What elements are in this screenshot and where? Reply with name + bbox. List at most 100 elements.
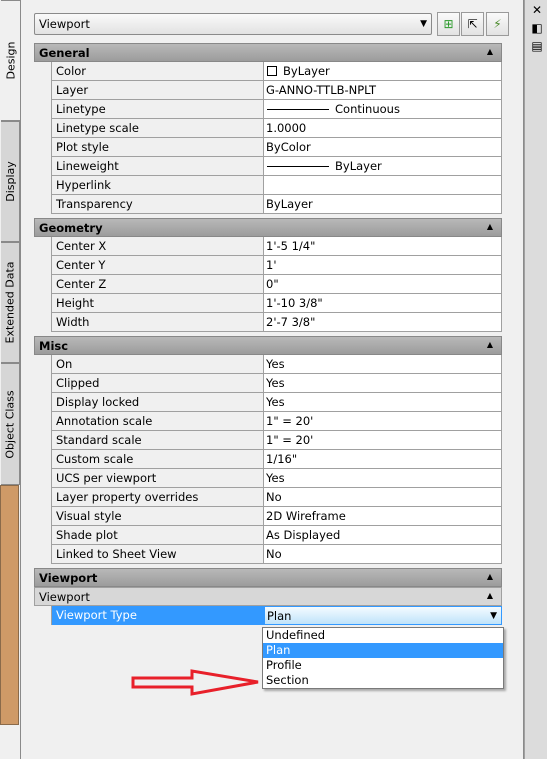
object-type-select[interactable]: Viewport ▼ [34, 13, 432, 35]
property-value[interactable] [264, 176, 502, 195]
property-value[interactable]: 1" = 20' [264, 431, 502, 450]
property-row[interactable]: Annotation scale 1" = 20' [51, 412, 502, 431]
property-value[interactable]: 1' [264, 256, 502, 275]
section-header-viewport[interactable]: Viewport ▲ [34, 568, 502, 587]
property-row[interactable]: Color ByLayer [51, 62, 502, 81]
subsection-header[interactable]: Viewport ▲ [34, 587, 502, 606]
property-value-text: Yes [266, 395, 285, 409]
viewport-type-dropdown-list[interactable]: Undefined Plan Profile Section [262, 627, 504, 689]
property-row[interactable]: UCS per viewport Yes [51, 469, 502, 488]
property-name: Linetype [52, 100, 264, 119]
property-value[interactable]: ByColor [264, 138, 502, 157]
property-value-text: 1'-10 3/8" [266, 296, 323, 310]
property-row[interactable]: Width 2'-7 3/8" [51, 313, 502, 332]
property-name: Shade plot [52, 526, 264, 545]
property-row[interactable]: Linetype Continuous [51, 100, 502, 119]
property-row[interactable]: Layer G-ANNO-TTLB-NPLT [51, 81, 502, 100]
tab-label: Display [3, 161, 17, 202]
property-grid: General ▲ Color ByLayer Layer G-ANNO-TTLB-NPL… [34, 43, 502, 625]
property-value[interactable]: 2D Wireframe [264, 507, 502, 526]
tab-display[interactable]: Display [1, 121, 20, 242]
property-value[interactable]: ByLayer [264, 157, 502, 176]
dropdown-option[interactable]: Profile [263, 658, 503, 673]
property-row[interactable]: Viewport Type Plan ▼ [51, 606, 502, 625]
dropdown-option[interactable]: Plan [263, 643, 503, 658]
property-row[interactable]: Transparency ByLayer [51, 195, 502, 214]
property-value[interactable]: 1/16" [264, 450, 502, 469]
property-value[interactable]: Yes [264, 469, 502, 488]
property-value[interactable]: Yes [264, 393, 502, 412]
section-header-general[interactable]: General ▲ [34, 43, 502, 62]
property-name: Linked to Sheet View [52, 545, 264, 564]
property-row[interactable]: Shade plot As Displayed [51, 526, 502, 545]
collapse-icon[interactable]: ▲ [487, 340, 493, 349]
tab-extended-data[interactable]: Extended Data [1, 242, 20, 363]
property-row[interactable]: Standard scale 1" = 20' [51, 431, 502, 450]
property-value[interactable]: No [264, 488, 502, 507]
property-name: Standard scale [52, 431, 264, 450]
property-row[interactable]: Linked to Sheet View No [51, 545, 502, 564]
property-value[interactable]: Yes [264, 355, 502, 374]
property-row[interactable]: Center X 1'-5 1/4" [51, 237, 502, 256]
property-row[interactable]: Center Z 0" [51, 275, 502, 294]
property-value[interactable]: Yes [264, 374, 502, 393]
property-value-text: Plan [267, 608, 292, 623]
tab-design[interactable]: Design [1, 0, 20, 121]
property-row[interactable]: Layer property overrides No [51, 488, 502, 507]
property-value[interactable]: ByLayer [264, 62, 502, 81]
collapse-icon[interactable]: ▲ [487, 47, 493, 56]
property-row[interactable]: Height 1'-10 3/8" [51, 294, 502, 313]
property-value[interactable]: Continuous [264, 100, 502, 119]
properties-icon[interactable]: ▤ [531, 40, 543, 52]
property-value-text: 1" = 20' [266, 414, 314, 428]
property-value[interactable]: Plan ▼ [264, 606, 502, 625]
collapse-icon[interactable]: ▲ [487, 572, 493, 581]
property-row[interactable]: On Yes [51, 355, 502, 374]
property-value[interactable]: 0" [264, 275, 502, 294]
property-value[interactable]: 1.0000 [264, 119, 502, 138]
section-header-geometry[interactable]: Geometry ▲ [34, 218, 502, 237]
property-value[interactable]: No [264, 545, 502, 564]
property-row[interactable]: Visual style 2D Wireframe [51, 507, 502, 526]
dropdown-option[interactable]: Undefined [263, 628, 503, 643]
property-value[interactable]: 1'-5 1/4" [264, 237, 502, 256]
chevron-down-icon[interactable]: ▼ [490, 611, 497, 621]
auto-hide-icon[interactable]: ◧ [531, 22, 543, 34]
select-objects-button[interactable]: ⇱ [461, 12, 484, 36]
property-name: On [52, 355, 264, 374]
property-value[interactable]: ByLayer [264, 195, 502, 214]
collapse-icon[interactable]: ▲ [487, 591, 493, 600]
property-row[interactable]: Center Y 1' [51, 256, 502, 275]
property-name: Annotation scale [52, 412, 264, 431]
property-row[interactable]: Linetype scale 1.0000 [51, 119, 502, 138]
property-row[interactable]: Hyperlink [51, 176, 502, 195]
property-value[interactable]: 1'-10 3/8" [264, 294, 502, 313]
property-row[interactable]: Lineweight ByLayer [51, 157, 502, 176]
collapse-icon[interactable]: ▲ [487, 222, 493, 231]
property-row[interactable]: Display locked Yes [51, 393, 502, 412]
property-name: Visual style [52, 507, 264, 526]
tab-object-class[interactable]: Object Class [1, 363, 20, 485]
linetype-sample-icon [267, 108, 329, 110]
property-value-text: Yes [266, 471, 285, 485]
section-header-misc[interactable]: Misc ▲ [34, 336, 502, 355]
property-value-text: G-ANNO-TTLB-NPLT [266, 83, 377, 97]
property-value-text: Continuous [335, 102, 400, 116]
property-row[interactable]: Custom scale 1/16" [51, 450, 502, 469]
property-value[interactable]: As Displayed [264, 526, 502, 545]
close-icon[interactable]: ✕ [531, 4, 543, 16]
property-name: Viewport Type [52, 606, 264, 625]
property-row[interactable]: Plot style ByColor [51, 138, 502, 157]
toggle-pickadd-button[interactable]: ⊞ [437, 12, 460, 36]
property-value[interactable]: 2'-7 3/8" [264, 313, 502, 332]
property-value[interactable]: 1" = 20' [264, 412, 502, 431]
subsection-title: Viewport [39, 590, 90, 604]
property-name: Custom scale [52, 450, 264, 469]
dropdown-option[interactable]: Section [263, 673, 503, 688]
property-row[interactable]: Clipped Yes [51, 374, 502, 393]
quick-select-button[interactable]: ⚡ [486, 12, 509, 36]
property-value-text: Yes [266, 376, 285, 390]
property-value[interactable]: G-ANNO-TTLB-NPLT [264, 81, 502, 100]
property-name: Width [52, 313, 264, 332]
property-name: Height [52, 294, 264, 313]
